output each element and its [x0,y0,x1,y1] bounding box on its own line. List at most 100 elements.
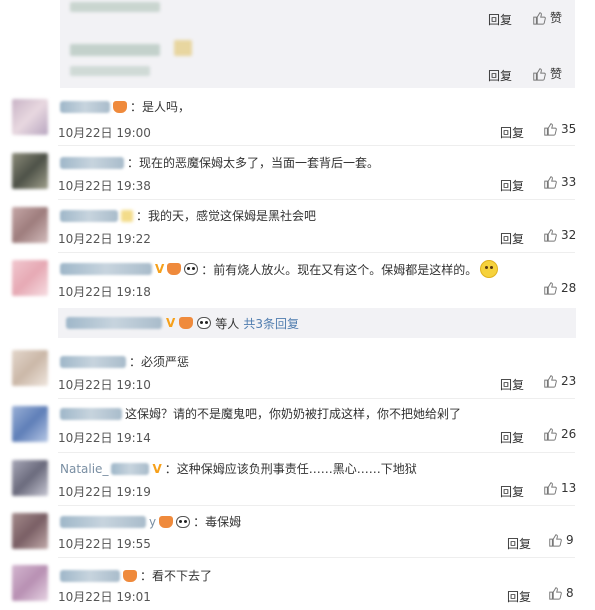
thumbs-up-icon [544,375,557,388]
thumbs-up-icon [544,428,557,441]
badge-icon [121,209,133,222]
reply-button[interactable]: 回复 [500,483,524,500]
like-count: 23 [561,374,577,388]
like-button[interactable]: 35 [543,122,576,136]
like-button[interactable]: 28 [543,281,576,295]
avatar[interactable] [12,99,48,135]
comment-time: 10月22日 19:55 [58,537,151,551]
reply-button[interactable]: 回复 [507,535,531,552]
comment-text-line: ：必须严惩 [60,353,189,370]
like-count: 32 [561,228,577,242]
reply-usernames[interactable] [66,317,162,329]
thumbs-up-icon [544,282,557,295]
comment-text: ：是人吗， [130,100,191,114]
like-label: 赞 [550,11,563,25]
username[interactable] [60,263,152,275]
thumbs-up-icon [533,67,546,81]
like-button[interactable]: 23 [543,374,576,388]
reply-button[interactable]: 回复 [488,11,512,28]
reply-button[interactable]: 回复 [500,177,524,194]
vip-v-icon: V [166,316,176,330]
avatar[interactable] [12,260,48,296]
divider [58,145,575,146]
thumbs-up-icon [533,11,546,25]
reply-button[interactable]: 回复 [488,67,512,84]
comment-time: 10月22日 19:01 [58,590,151,604]
avatar[interactable] [12,460,48,496]
divider [58,557,575,558]
like-count: 8 [566,586,574,600]
username[interactable] [60,355,126,368]
more-replies-link[interactable]: 共3条回复 [243,315,299,332]
comment-time: 10月22日 19:38 [58,179,151,193]
like-button[interactable]: 33 [543,175,576,189]
username[interactable] [60,100,110,113]
comment-text-line: ：现在的恶魔保姆太多了，当面一套背后一套。 [60,154,379,171]
blurred-time [70,66,150,76]
panda-icon [176,515,191,528]
reply-button[interactable]: 回复 [500,376,524,393]
username[interactable] [60,569,120,582]
username[interactable] [60,515,146,528]
username[interactable] [111,462,150,475]
crown-icon [167,263,182,275]
comment-time: 10月22日 19:10 [58,378,151,392]
avatar[interactable] [12,565,48,601]
more-replies-bar: V 等人 共3条回复 [58,308,576,338]
avatar[interactable] [12,406,48,442]
like-button[interactable]: 赞 [532,65,562,82]
avatar[interactable] [12,207,48,243]
thumbs-up-icon [544,123,557,136]
crown-icon [113,100,127,113]
like-button[interactable]: 9 [548,533,574,547]
comment-text: ：看不下去了 [140,569,213,583]
vip-v-icon: V [152,461,162,476]
like-button[interactable]: 13 [543,481,576,495]
comment-text: 这保姆？请的不是魔鬼吧，你奶奶被打成这样，你不把她给剁了 [125,407,462,421]
more-replies-suffix: 等人 [215,316,240,331]
comment-time: 10月22日 19:19 [58,485,151,499]
divider [58,199,575,200]
username[interactable] [60,156,124,169]
thumbs-up-icon [544,176,557,189]
comment-time: 10月22日 19:00 [58,126,151,140]
panda-icon [197,317,212,329]
divider [58,252,575,253]
comment-text: ：前有烧人放火。现在又有这个。保姆都是这样的。 [201,262,478,277]
comment-text: ：毒保姆 [193,515,242,529]
like-count: 28 [561,281,577,295]
like-button[interactable]: 8 [548,586,574,600]
comment-text-line: Natalie_ V ：这种保姆应该负刑事责任……黑心……下地狱 [60,460,417,477]
comment-text: ：我的天，感觉这保姆是黑社会吧 [136,209,317,223]
blurred-text [70,2,160,12]
username-visible[interactable]: Natalie_ [60,462,108,476]
like-button[interactable]: 32 [543,228,576,242]
avatar[interactable] [12,513,48,549]
avatar[interactable] [12,350,48,386]
username[interactable] [60,209,118,222]
like-button[interactable]: 赞 [532,9,562,26]
nested-replies: 回复 赞 回复 赞 [60,0,575,88]
reply-button[interactable]: 回复 [500,124,524,141]
comment-text: ：必须严惩 [129,355,190,369]
avatar[interactable] [12,153,48,189]
like-button[interactable]: 26 [543,427,576,441]
thumbs-up-icon [544,482,557,495]
divider [58,452,575,453]
comment-text: ：这种保姆应该负刑事责任……黑心……下地狱 [164,462,417,476]
comment-text-line: V ：前有烧人放火。现在又有这个。保姆都是这样的。 [60,260,499,278]
username[interactable] [60,407,122,420]
nested-reply-row: 回复 赞 [60,0,575,44]
like-count: 13 [561,481,577,495]
comment-text-line: ：看不下去了 [60,567,212,584]
emoji-icon [174,40,192,56]
reply-button[interactable]: 回复 [507,588,531,605]
reply-button[interactable]: 回复 [500,429,524,446]
username-visible[interactable]: y [149,515,156,529]
blurred-text [70,44,160,56]
divider [58,505,575,506]
reply-button[interactable]: 回复 [500,230,524,247]
like-count: 35 [561,122,577,136]
divider [58,398,575,399]
crown-icon [159,515,174,528]
